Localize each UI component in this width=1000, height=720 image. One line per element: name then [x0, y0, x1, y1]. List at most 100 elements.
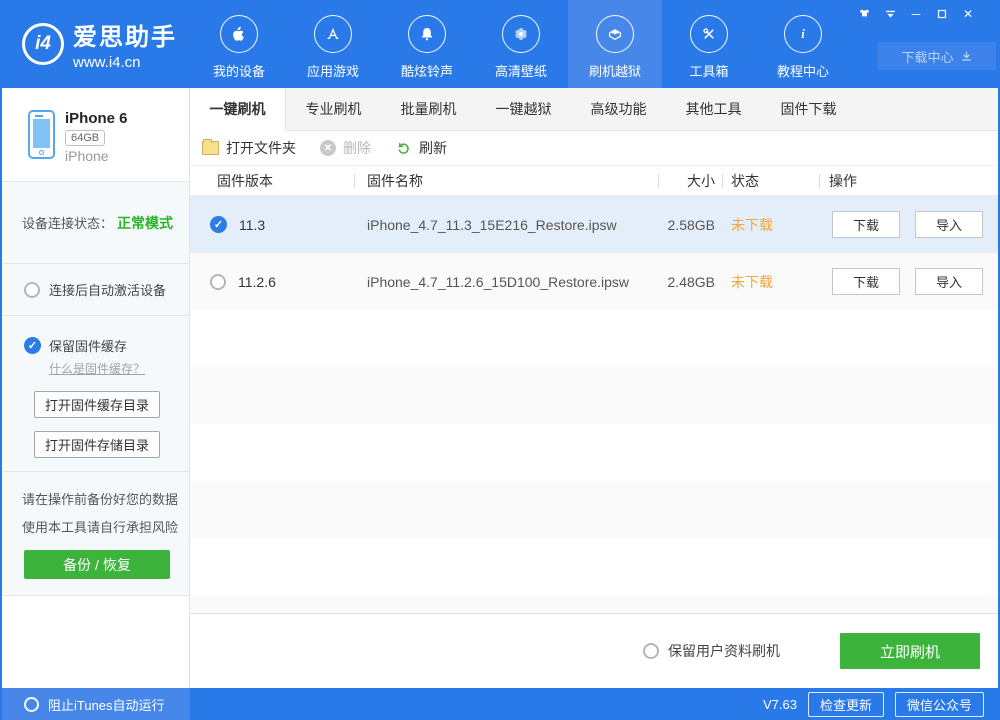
nav-item-tutorials[interactable]: i 教程中心 [756, 0, 850, 88]
empty-row [190, 595, 998, 613]
header-size: 大小 [658, 166, 722, 196]
empty-row [190, 367, 998, 424]
nav-item-apps-games[interactable]: 应用游戏 [286, 0, 380, 88]
auto-activate-option[interactable]: 连接后自动激活设备 [2, 264, 189, 316]
toolbox-icon [699, 24, 719, 44]
tab-advanced[interactable]: 高级功能 [571, 88, 666, 131]
wechat-official-button[interactable]: 微信公众号 [894, 691, 984, 717]
keep-user-data-option[interactable]: 保留用户资料刷机 [643, 641, 780, 661]
connection-status-value: 正常模式 [117, 214, 174, 231]
download-center-button[interactable]: 下载中心 [878, 42, 996, 70]
device-panel: iPhone 6 64GB iPhone [2, 88, 189, 182]
header-firmware-name: 固件名称 [354, 166, 658, 196]
nav-item-toolbox[interactable]: 工具箱 [662, 0, 756, 88]
table-row[interactable]: 11.2.6 iPhone_4.7_11.2.6_15D100_Restore.… [190, 253, 998, 310]
maximize-icon[interactable] [934, 6, 950, 22]
jailbreak-box-icon [605, 24, 625, 44]
skin-shirt-icon[interactable] [856, 6, 872, 22]
block-itunes-label: 阻止iTunes自动运行 [48, 697, 165, 713]
window-controls: ─ ✕ [856, 6, 976, 22]
connection-status: 设备连接状态： 正常模式 [2, 182, 189, 264]
warning-line-1: 请在操作前备份好您的数据 [22, 492, 179, 507]
firmware-size: 2.58GB [667, 216, 715, 233]
app-version: V7.63 [762, 696, 797, 712]
delete-circle-icon: ✕ [320, 140, 336, 156]
apple-icon [229, 24, 249, 44]
check-update-button[interactable]: 检查更新 [807, 691, 884, 717]
empty-row [190, 538, 998, 595]
open-folder-label: 打开文件夹 [226, 140, 296, 156]
svg-text:i: i [801, 27, 805, 41]
firmware-version: 11.3 [239, 216, 266, 233]
folder-icon [202, 139, 219, 155]
import-button[interactable]: 导入 [915, 211, 983, 238]
download-button[interactable]: 下载 [832, 268, 900, 295]
firmware-name: iPhone_4.7_11.2.6_15D100_Restore.ipsw [367, 273, 630, 290]
toolbar: 打开文件夹 ✕ 删除 刷新 [190, 131, 998, 166]
header-firmware-version: 固件版本 [217, 172, 273, 189]
keep-cache-checkbox[interactable]: ✓ [24, 337, 41, 354]
empty-row [190, 310, 998, 367]
what-is-cache-link[interactable]: 什么是固件缓存？ [49, 360, 145, 377]
block-itunes-radio[interactable] [24, 696, 39, 712]
header-actions: 操作 [819, 166, 998, 196]
minimize-icon[interactable]: ─ [908, 6, 924, 22]
header: i4 爱思助手 www.i4.cn 我的设备 应用游戏 酷炫铃声 高清壁纸 刷机… [2, 0, 998, 88]
table-row[interactable]: ✓ 11.3 iPhone_4.7_11.3_15E216_Restore.ip… [190, 196, 998, 253]
download-center-label: 下载中心 [901, 49, 954, 65]
delete-label: 删除 [343, 140, 371, 156]
firmware-name: iPhone_4.7_11.3_15E216_Restore.ipsw [367, 216, 617, 233]
delete-button[interactable]: ✕ 删除 [320, 138, 371, 158]
tab-bar: 一键刷机 专业刷机 批量刷机 一键越狱 高级功能 其他工具 固件下载 [190, 88, 998, 131]
auto-activate-radio[interactable] [24, 281, 40, 298]
tab-other-tools[interactable]: 其他工具 [666, 88, 761, 131]
tab-batch-flash[interactable]: 批量刷机 [381, 88, 476, 131]
main-nav: 我的设备 应用游戏 酷炫铃声 高清壁纸 刷机越狱 工具箱 i 教程中心 [192, 0, 850, 88]
tab-bar-filler [856, 88, 998, 131]
nav-item-ringtones[interactable]: 酷炫铃声 [380, 0, 474, 88]
block-itunes-option[interactable]: 阻止iTunes自动运行 [2, 688, 190, 720]
empty-row [190, 424, 998, 481]
nav-label: 高清壁纸 [494, 64, 547, 79]
import-button[interactable]: 导入 [915, 268, 983, 295]
keep-user-data-label: 保留用户资料刷机 [668, 643, 780, 659]
warning-line-2: 使用本工具请自行承担风险 [22, 520, 179, 535]
tab-pro-flash[interactable]: 专业刷机 [286, 88, 381, 131]
nav-label: 应用游戏 [306, 64, 359, 79]
download-button[interactable]: 下载 [832, 211, 900, 238]
flash-action-bar: 保留用户资料刷机 立即刷机 [190, 613, 998, 688]
nav-label: 刷机越狱 [588, 64, 641, 79]
nav-item-wallpapers[interactable]: 高清壁纸 [474, 0, 568, 88]
row-select-radio[interactable] [210, 273, 226, 290]
nav-item-my-device[interactable]: 我的设备 [192, 0, 286, 88]
app-url: www.i4.cn [73, 54, 141, 71]
device-capacity-badge: 64GB [65, 130, 106, 146]
header-status: 状态 [722, 166, 819, 196]
boss-key-icon[interactable] [882, 6, 898, 22]
open-cache-dir-button[interactable]: 打开固件缓存目录 [34, 391, 160, 418]
refresh-label: 刷新 [419, 140, 447, 156]
open-folder-button[interactable]: 打开文件夹 [202, 138, 296, 158]
nav-label: 酷炫铃声 [400, 64, 453, 79]
i4-logo-icon: i4 [22, 23, 64, 65]
tab-firmware-download[interactable]: 固件下载 [761, 88, 856, 131]
bell-icon [417, 24, 437, 44]
tab-one-click-flash[interactable]: 一键刷机 [190, 88, 286, 131]
open-storage-dir-button[interactable]: 打开固件存储目录 [34, 431, 160, 458]
download-icon [960, 50, 973, 63]
tab-one-click-jailbreak[interactable]: 一键越狱 [476, 88, 571, 131]
close-icon[interactable]: ✕ [960, 6, 976, 22]
keep-cache-label: 保留固件缓存 [49, 339, 128, 354]
backup-restore-button[interactable]: 备份 / 恢复 [24, 550, 170, 579]
device-model: iPhone [65, 148, 109, 164]
keep-user-data-radio[interactable] [643, 643, 659, 659]
nav-label: 工具箱 [689, 64, 729, 79]
row-select-radio[interactable]: ✓ [210, 216, 227, 233]
iphone-icon [28, 110, 55, 159]
firmware-version: 11.2.6 [238, 273, 276, 290]
app-window: i4 爱思助手 www.i4.cn 我的设备 应用游戏 酷炫铃声 高清壁纸 刷机… [0, 0, 1000, 720]
main-panel: 一键刷机 专业刷机 批量刷机 一键越狱 高级功能 其他工具 固件下载 打开文件夹… [190, 88, 998, 688]
flash-now-button[interactable]: 立即刷机 [840, 633, 980, 669]
refresh-button[interactable]: 刷新 [395, 138, 447, 158]
nav-item-flash-jailbreak[interactable]: 刷机越狱 [568, 0, 662, 88]
